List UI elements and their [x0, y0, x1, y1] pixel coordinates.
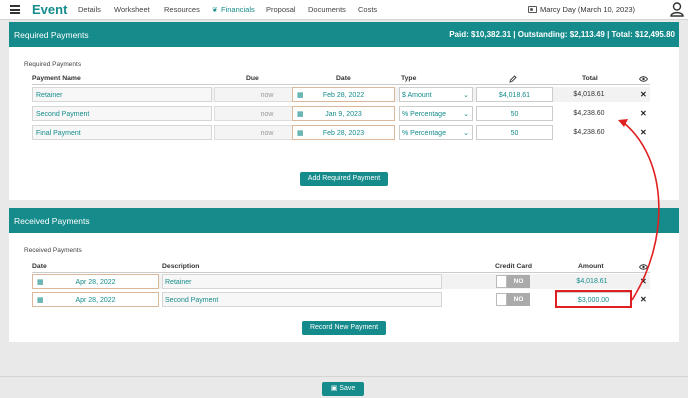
highlight-box [555, 290, 632, 308]
footer-bar: ▣ Save [0, 376, 688, 398]
annotation-overlay [555, 119, 660, 308]
save-button[interactable]: ▣ Save [322, 382, 364, 396]
annotation-arrow [623, 122, 660, 301]
save-icon: ▣ [330, 385, 340, 392]
